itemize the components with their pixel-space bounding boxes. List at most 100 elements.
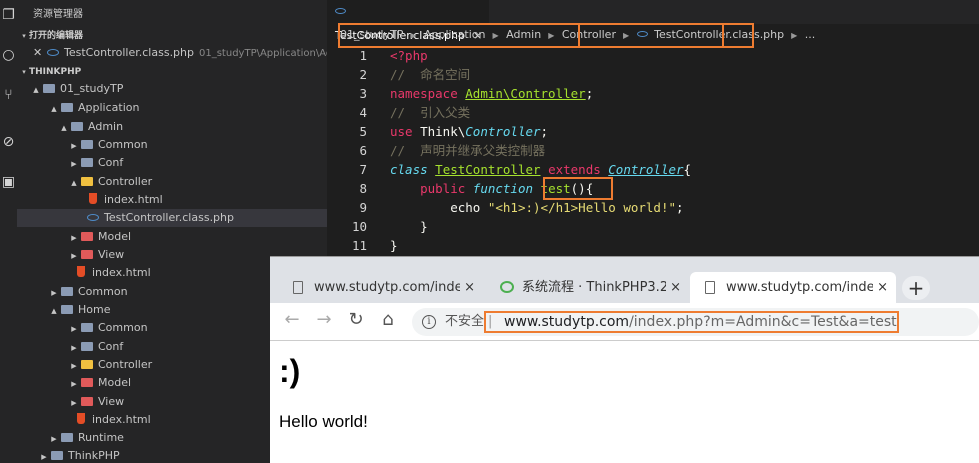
php-file-icon — [87, 214, 99, 221]
close-icon[interactable]: × — [666, 272, 681, 303]
code-function-name: test — [540, 181, 571, 196]
thinkphp-leaf-icon — [500, 281, 514, 293]
folder-icon — [81, 342, 93, 351]
folder-icon — [61, 287, 73, 296]
code-punct: ; — [540, 124, 549, 139]
close-icon[interactable]: × — [460, 272, 475, 303]
open-editors-header[interactable]: ▾ 打开的编辑器 — [17, 27, 327, 45]
folder-icon — [81, 140, 93, 149]
line-number: 8 — [359, 181, 367, 196]
address-bar[interactable]: i 不安全 | www.studytp.com/index.php?m=Admi… — [412, 308, 979, 336]
files-icon[interactable]: ❐ — [0, 5, 17, 25]
code-area[interactable]: 1 <?php 2 // 命名空间 3 namespace Admin\Control… — [327, 46, 979, 255]
browser-tab-3-active[interactable]: www.studytp.com/index × — [690, 272, 896, 303]
editor-tab-testcontroller[interactable]: TestController.class.php × — [327, 0, 489, 42]
code-text: <?php — [390, 48, 428, 63]
workspace-header[interactable]: ▾ THINKPHP — [17, 63, 327, 81]
new-tab-button[interactable]: + — [902, 276, 930, 300]
browser-tab-2[interactable]: 系统流程 · ThinkPHP3.2.3 × — [486, 272, 689, 303]
tree-label: index.html — [104, 193, 163, 206]
code-line: 5 use Think\Controller; — [327, 122, 979, 141]
line-number: 9 — [359, 200, 367, 215]
tree-folder-01-studytp[interactable]: ▲ 01_studyTP — [17, 80, 327, 98]
browser-tab-label: 系统流程 · ThinkPHP3.2.3 — [522, 280, 681, 295]
line-number: 2 — [359, 67, 367, 82]
breadcrumb-item[interactable]: Controller — [562, 28, 616, 41]
chevron-right-icon: ▶ — [410, 31, 417, 40]
tree-folder-application[interactable]: ▲ Application — [17, 99, 327, 117]
browser-tab-strip: www.studytp.com/index × 系统流程 · ThinkPHP3.… — [270, 257, 979, 303]
close-icon[interactable]: × — [873, 272, 888, 303]
address-separator: | — [488, 314, 493, 329]
source-control-icon[interactable]: ⑂ — [0, 85, 17, 105]
browser-tab-label: www.studytp.com/index — [726, 280, 883, 295]
close-icon[interactable]: ✕ — [33, 44, 45, 62]
security-label[interactable]: 不安全 — [445, 308, 484, 336]
chevron-right-icon: ▶ — [71, 325, 77, 333]
browser-window: www.studytp.com/index × 系统流程 · ThinkPHP3.… — [270, 256, 979, 463]
debug-icon[interactable]: ⊘ — [0, 132, 17, 152]
breadcrumb-item[interactable]: Admin — [506, 28, 541, 41]
tree-label: TestController.class.php — [104, 211, 234, 224]
tree-folder-admin-common[interactable]: ▶ Common — [17, 136, 327, 154]
code-line: 8 public function test(){ — [327, 179, 979, 198]
extensions-icon[interactable]: ▣ — [0, 172, 17, 192]
code-line: 9 echo "<h1>:)</h1>Hello world!"; — [327, 198, 979, 217]
back-button[interactable]: ← — [281, 309, 303, 331]
chevron-right-icon: ▶ — [71, 252, 77, 260]
chevron-right-icon: ▶ — [71, 362, 77, 370]
code-keyword: function — [472, 181, 534, 196]
tree-folder-admin-controller[interactable]: ▲ Controller — [17, 173, 327, 191]
home-button[interactable]: ⌂ — [377, 309, 399, 331]
chevron-right-icon: ▶ — [71, 399, 77, 407]
line-number: 4 — [359, 105, 367, 120]
explorer-title: 资源管理器 — [33, 9, 83, 20]
tree-label: Conf — [98, 156, 124, 169]
folder-icon — [81, 232, 93, 241]
browser-tab-1[interactable]: www.studytp.com/index × — [278, 272, 483, 303]
code-keyword: echo — [450, 200, 481, 215]
code-punct: } — [390, 238, 398, 253]
code-line: 10 } — [327, 217, 979, 236]
tree-label: View — [98, 395, 125, 408]
tree-label: Controller — [98, 358, 153, 371]
tree-file-controller-index[interactable]: index.html — [17, 191, 327, 209]
reload-button[interactable]: ↻ — [345, 309, 367, 331]
activity-bar: ❐ ○ ⑂ ⊘ ▣ — [0, 0, 17, 463]
folder-icon — [61, 103, 73, 112]
folder-open-icon — [81, 177, 93, 186]
tree-file-testcontroller[interactable]: TestController.class.php — [17, 209, 327, 227]
chevron-right-icon: ▶ — [51, 289, 57, 297]
tree-folder-admin-conf[interactable]: ▶ Conf — [17, 154, 327, 172]
url-host: www.studytp.com — [504, 314, 630, 330]
tree-label: Admin — [88, 120, 124, 133]
info-icon[interactable]: i — [422, 315, 436, 329]
line-number: 1 — [359, 48, 367, 63]
breadcrumb-item[interactable]: ... — [805, 28, 816, 41]
html-file-icon — [77, 413, 85, 424]
tree-folder-admin-model[interactable]: ▶ Model — [17, 228, 327, 246]
forward-button[interactable]: → — [313, 309, 335, 331]
url-text[interactable]: www.studytp.com/index.php?m=Admin&c=Test… — [504, 308, 897, 336]
tree-label: Conf — [98, 340, 124, 353]
folder-icon — [81, 397, 93, 406]
breadcrumb-item[interactable]: 01_studyTP — [340, 28, 403, 41]
search-icon[interactable]: ○ — [0, 45, 17, 65]
open-editor-item[interactable]: ✕ TestController.class.php 01_studyTP\Appl… — [17, 44, 327, 62]
tree-label: Model — [98, 230, 132, 243]
tree-label: View — [98, 248, 125, 261]
code-keyword: namespace — [390, 86, 458, 101]
editor-tab-bar: TestController.class.php × — [327, 0, 979, 42]
breadcrumb-item[interactable]: Application — [424, 28, 485, 41]
code-punct: ; — [585, 86, 594, 101]
code-line: 7 class TestController extends Controller… — [327, 160, 979, 179]
code-keyword: class — [390, 162, 428, 177]
breadcrumb-item[interactable]: TestController.class.php — [654, 28, 784, 41]
folder-icon — [71, 122, 83, 131]
php-file-icon — [335, 8, 346, 14]
folder-icon — [81, 378, 93, 387]
tree-label: index.html — [92, 413, 151, 426]
tree-folder-admin[interactable]: ▲ Admin — [17, 118, 327, 136]
code-comment: // 命名空间 — [390, 67, 471, 82]
code-punct: } — [420, 219, 428, 234]
